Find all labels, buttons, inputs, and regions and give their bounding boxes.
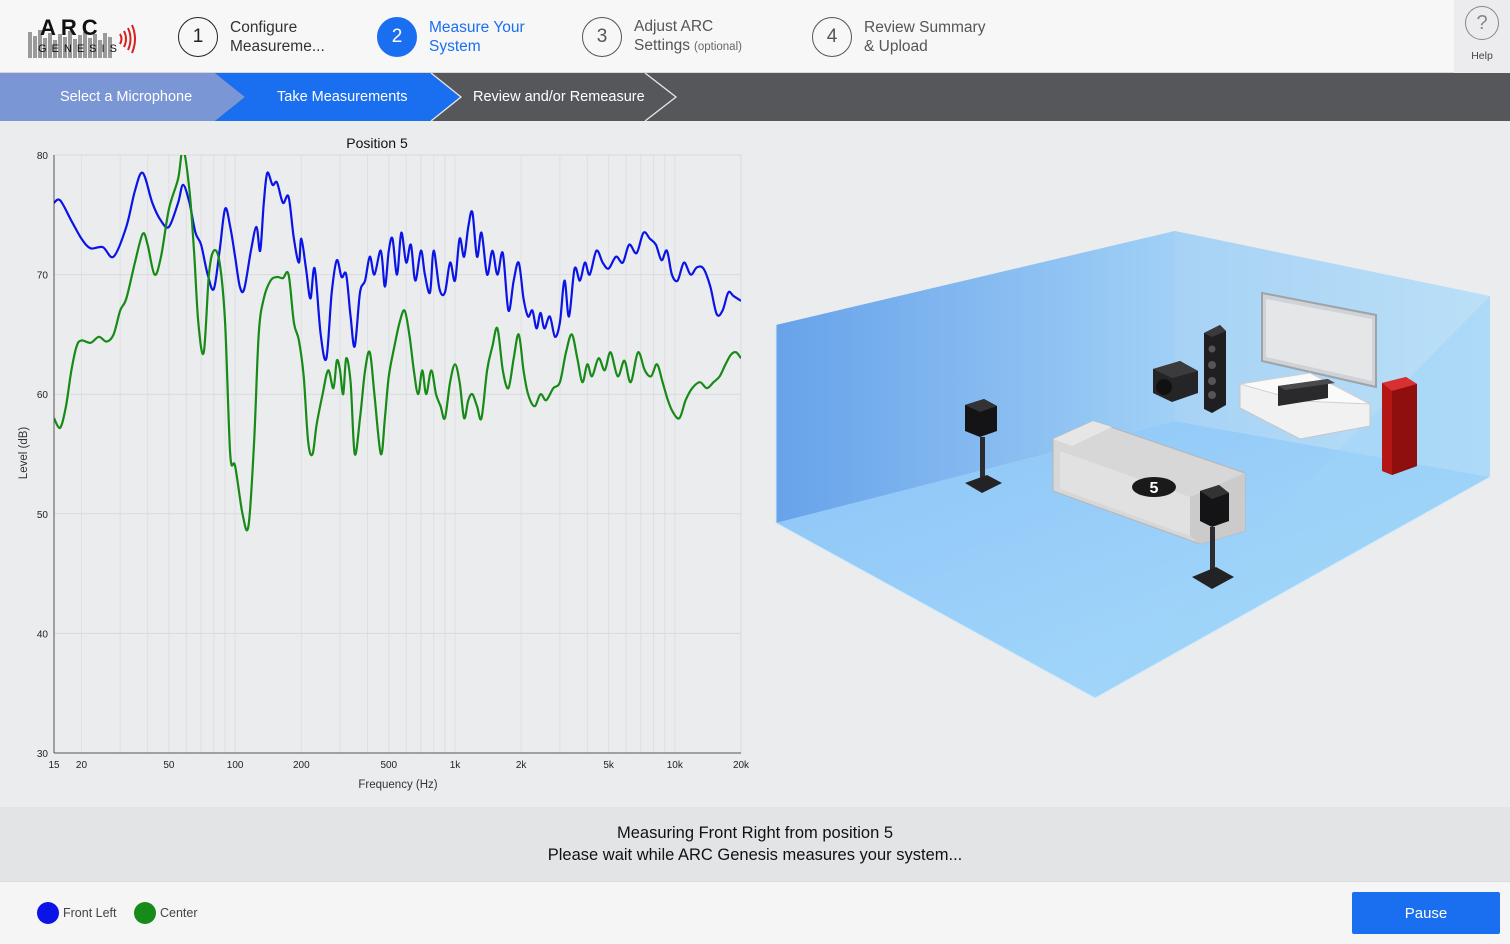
- step-4-number: 4: [812, 16, 852, 57]
- step-2-number: 2: [377, 16, 417, 57]
- step-2-measure-your-system[interactable]: 2 Measure Your System: [377, 0, 525, 73]
- subnav-background: [0, 73, 1510, 121]
- step-4-review-summary-upload[interactable]: 4 Review Summary & Upload: [812, 0, 985, 73]
- x-tick-label: 1k: [450, 760, 462, 771]
- step-4-line1: Review Summary: [864, 18, 986, 36]
- help-icon: ?: [1465, 6, 1499, 40]
- legend-front-left: Front Left: [37, 902, 117, 924]
- x-tick-label: 20k: [733, 760, 750, 771]
- logo-text-top: ARC: [40, 18, 103, 40]
- x-tick-label: 15: [48, 760, 60, 771]
- y-axis-label: Level (dB): [18, 427, 30, 480]
- chart-title: Position 5: [346, 135, 408, 151]
- step-1-number: 1: [178, 16, 218, 57]
- y-tick-label: 70: [37, 271, 49, 282]
- room-3d-view: 5: [775, 231, 1491, 699]
- help-label: Help: [1471, 50, 1493, 62]
- x-tick-label: 10k: [667, 760, 684, 771]
- subnav-select-microphone[interactable]: Select a Microphone: [60, 73, 192, 121]
- step-3-line2: Settings: [634, 36, 691, 54]
- logo-text-bottom: GENESIS: [38, 43, 122, 55]
- position-marker-label: 5: [1150, 480, 1159, 497]
- legend-front-left-label: Front Left: [63, 906, 117, 920]
- measurement-subnav: Select a Microphone Take Measurements Re…: [0, 73, 1510, 121]
- step-1-configure-measurement[interactable]: 1 Configure Measureme...: [178, 0, 325, 73]
- subnav-review-remeasure[interactable]: Review and/or Remeasure: [473, 73, 645, 121]
- x-tick-label: 50: [163, 760, 175, 771]
- arc-genesis-logo: ARC GENESIS: [24, 15, 146, 60]
- x-axis-label: Frequency (Hz): [358, 779, 437, 791]
- measurement-status: Measuring Front Right from position 5 Pl…: [0, 807, 1510, 881]
- x-tick-label: 2k: [516, 760, 528, 771]
- y-tick-label: 60: [37, 390, 49, 401]
- legend-center: Center: [134, 902, 198, 924]
- legend-center-swatch: [134, 902, 156, 924]
- position-marker: 5: [1132, 477, 1176, 497]
- front-left-tower-speaker: [1204, 325, 1226, 413]
- frequency-response-svg: Position 5 30 40 50 60 70 80 15 20 50 100 200 500 1…: [18, 135, 750, 791]
- help-button[interactable]: ? Help: [1454, 0, 1510, 73]
- legend-front-left-swatch: [37, 902, 59, 924]
- step-3-optional: (optional): [694, 40, 742, 53]
- footer: Front Left Center Pause: [0, 881, 1510, 944]
- y-tick-label: 40: [37, 629, 49, 640]
- front-right-speaker-active: [1382, 377, 1417, 475]
- subnav-take-measurements[interactable]: Take Measurements: [277, 73, 408, 121]
- y-tick-label: 30: [37, 749, 49, 760]
- x-tick-label: 5k: [603, 760, 615, 771]
- y-tick-label: 80: [37, 151, 49, 162]
- step-3-adjust-arc-settings[interactable]: 3 Adjust ARC Settings (optional): [582, 0, 742, 73]
- step-2-line1: Measure Your: [429, 18, 525, 36]
- frequency-response-chart: Position 5 30 40 50 60 70 80 15 20 50 100 200 500 1…: [0, 121, 760, 807]
- step-2-line2: System: [429, 37, 481, 55]
- pause-button[interactable]: Pause: [1352, 892, 1500, 934]
- step-3-number: 3: [582, 16, 622, 57]
- status-line-1: Measuring Front Right from position 5: [616, 824, 894, 842]
- legend-center-label: Center: [160, 906, 198, 920]
- x-tick-label: 200: [293, 760, 310, 771]
- y-tick-label: 50: [37, 510, 49, 521]
- series-line-center: [54, 155, 741, 532]
- step-3-line1: Adjust ARC: [634, 17, 714, 35]
- step-4-line2: & Upload: [864, 37, 928, 55]
- x-tick-label: 500: [380, 760, 397, 771]
- x-tick-label: 20: [76, 760, 88, 771]
- x-tick-label: 100: [227, 760, 244, 771]
- room-diagram: 5: [760, 121, 1510, 807]
- status-line-2: Please wait while ARC Genesis measures y…: [547, 846, 963, 864]
- header: ARC GENESIS 1 Configure Measureme... 2 M…: [0, 0, 1510, 73]
- step-1-line1: Configure: [230, 18, 298, 36]
- step-1-line2: Measureme...: [230, 37, 325, 55]
